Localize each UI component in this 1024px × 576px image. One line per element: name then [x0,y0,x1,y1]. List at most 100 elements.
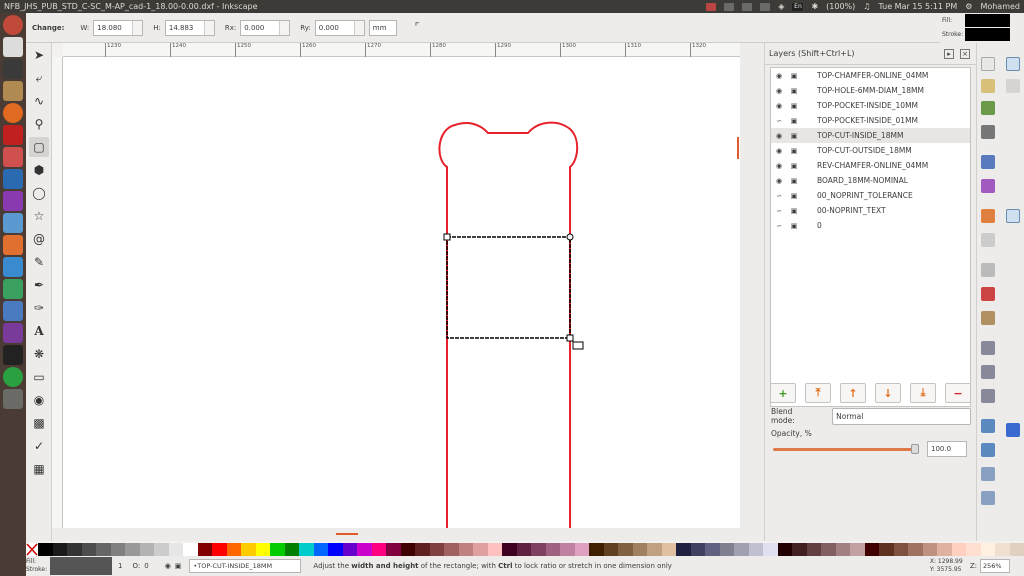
palette-swatch[interactable] [168,543,183,556]
palette-swatch[interactable] [719,543,734,556]
lower-layer-button[interactable]: ↓ [875,383,901,403]
palette-swatch[interactable] [806,543,821,556]
fill-swatch[interactable] [965,14,1010,27]
corner-handle[interactable] [566,334,574,342]
keyboard-indicator[interactable]: En [792,2,804,11]
panel-menu-icon[interactable]: ▸ [944,48,954,59]
palette-swatch[interactable] [661,543,676,556]
firefox-icon[interactable] [3,103,23,123]
palette-swatch[interactable] [139,543,154,556]
palette-swatch[interactable] [821,543,836,556]
eye-open-icon[interactable]: ◉ [774,177,784,185]
palette-swatch[interactable] [212,543,227,556]
star-tool-icon[interactable]: ☆ [29,206,49,226]
palette-swatch[interactable] [705,543,720,556]
user-name[interactable]: Mohamed [980,2,1020,11]
palette-swatch[interactable] [444,543,459,556]
app-icon[interactable] [3,301,23,321]
palette-swatch[interactable] [357,543,372,556]
node-tool-icon[interactable]: ⤶ [29,68,49,88]
lock-icon[interactable]: ▣ [789,72,799,80]
group-icon[interactable] [981,467,995,481]
no-paint-swatch[interactable] [26,543,38,556]
3d-box-tool-icon[interactable]: ⬢ [29,160,49,180]
vertical-scrollbar[interactable] [737,43,764,538]
spiral-tool-icon[interactable]: @ [29,229,49,249]
width-field[interactable]: 18.080 [93,19,144,36]
layer-row[interactable]: ◉ ▣ TOP-CHAMFER-ONLINE_04MM [771,68,970,83]
lock-icon[interactable]: ▣ [789,177,799,185]
palette-swatch[interactable] [67,543,82,556]
gradient-tool-icon[interactable]: ▩ [29,413,49,433]
zoom-field[interactable]: 256% [980,559,1010,573]
app-icon[interactable] [3,279,23,299]
layer-row[interactable]: ◉ ▣ TOP-HOLE-6MM-DIAM_18MM [771,83,970,98]
pencil-tool-icon[interactable]: ✎ [29,252,49,272]
ry-field[interactable]: 0.000 [314,19,365,36]
spray-tool-icon[interactable]: ❋ [29,344,49,364]
zoom-drawing-icon[interactable] [981,365,995,379]
battery-status[interactable]: (100%) [826,2,855,11]
palette-swatch[interactable] [429,543,444,556]
palette-swatch[interactable] [980,543,995,556]
save-icon[interactable] [981,101,995,115]
outline-path[interactable] [438,121,579,528]
raise-to-top-button[interactable]: ⤒ [805,383,831,403]
palette-swatch[interactable] [400,543,415,556]
palette-swatch[interactable] [371,543,386,556]
palette-swatch[interactable] [226,543,241,556]
palette-swatch[interactable] [38,543,53,556]
palette-swatch[interactable] [879,543,894,556]
close-icon[interactable]: × [960,48,970,59]
zoom-tool-icon[interactable]: ⚲ [29,114,49,134]
opacity-knob[interactable] [911,444,919,454]
palette-swatch[interactable] [864,543,879,556]
palette-swatch[interactable] [531,543,546,556]
palette-swatch[interactable] [748,543,763,556]
eye-open-icon[interactable]: ◉ [774,102,784,110]
layer-row[interactable]: ∽ ▣ 00-NOPRINT_TEXT [771,203,970,218]
eye-open-icon[interactable]: ◉ [774,147,784,155]
zoom-page-icon[interactable] [981,389,995,403]
palette-swatch[interactable] [255,543,270,556]
palette-swatch[interactable] [81,543,96,556]
blend-mode-select[interactable]: Normal [832,407,971,425]
palette-swatch[interactable] [110,543,125,556]
import-icon[interactable] [981,155,995,169]
opacity-value[interactable]: 0 [144,562,148,570]
palette-swatch[interactable] [197,543,212,556]
palette-swatch[interactable] [125,543,140,556]
layer-row[interactable]: ∽ ▣ TOP-POCKET-INSIDE_01MM [771,113,970,128]
lock-icon[interactable]: ▣ [789,87,799,95]
cut-icon[interactable] [981,287,995,301]
terminal-icon[interactable] [3,59,23,79]
open-icon[interactable] [981,79,995,93]
rx-field[interactable]: 0.000 [240,19,291,36]
lock-icon[interactable]: ▣ [789,132,799,140]
app-icon[interactable] [3,191,23,211]
palette-swatch[interactable] [792,543,807,556]
eye-open-icon[interactable]: ◉ [774,132,784,140]
lock-icon[interactable]: ▣ [789,147,799,155]
drawing-canvas[interactable] [63,57,740,528]
palette-swatch[interactable] [545,543,560,556]
palette-swatch[interactable] [908,543,923,556]
palette-swatch[interactable] [763,543,778,556]
indicator-icon[interactable] [724,2,735,11]
palette-swatch[interactable] [458,543,473,556]
palette-swatch[interactable] [676,543,691,556]
software-center-icon[interactable] [3,235,23,255]
palette-swatch[interactable] [734,543,749,556]
tweak-tool-icon[interactable]: ∿ [29,91,49,111]
delete-layer-button[interactable]: − [945,383,971,403]
clone-icon[interactable] [981,443,995,457]
palette-swatch[interactable] [850,543,865,556]
eye-closed-icon[interactable]: ∽ [774,117,784,125]
scroll-thumb[interactable] [737,137,739,159]
zoom-selection-icon[interactable] [981,341,995,355]
unit-select[interactable]: mm [368,19,397,36]
new-document-icon[interactable] [981,57,995,71]
palette-swatch[interactable] [328,543,343,556]
volume-icon[interactable]: ♫ [863,2,870,11]
palette-swatch[interactable] [473,543,488,556]
